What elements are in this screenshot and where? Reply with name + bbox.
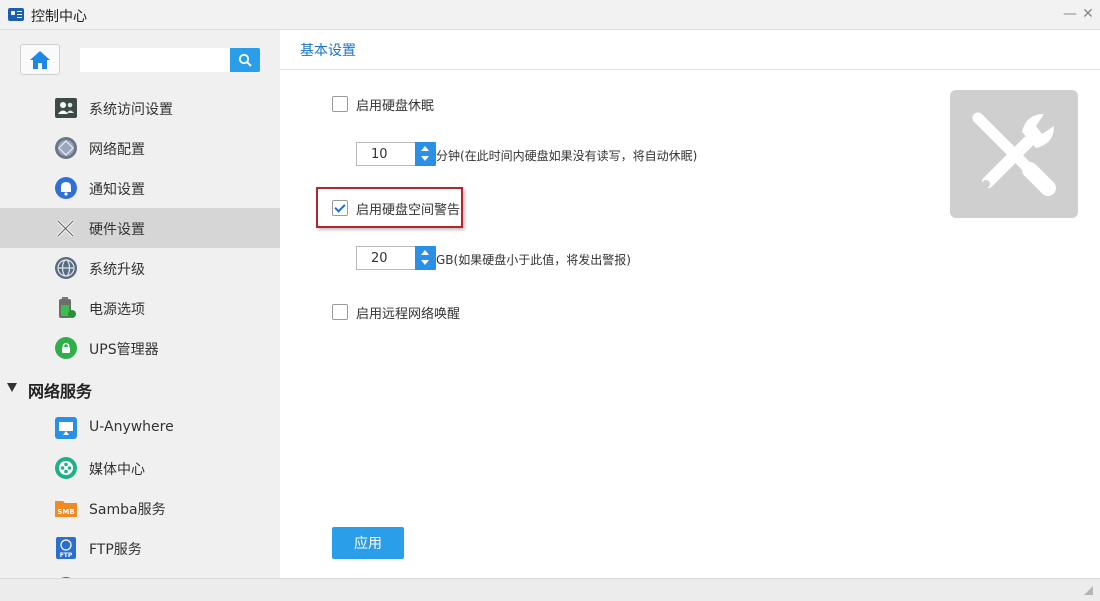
monitor-icon <box>55 417 77 439</box>
battery-icon <box>59 297 76 318</box>
sidebar-item-system-access[interactable]: 系统访问设置 <box>0 88 280 128</box>
stepper-arrows[interactable] <box>415 142 436 166</box>
disk-sleep-checkbox[interactable] <box>332 96 348 112</box>
sidebar-item-partial[interactable] <box>0 568 280 578</box>
sidebar-item-ups[interactable]: UPS管理器 <box>0 328 280 368</box>
chevron-down-icon[interactable] <box>421 156 429 161</box>
sidebar-item-samba[interactable]: SMB Samba服务 <box>0 488 280 528</box>
wrench-screwdriver-icon <box>972 112 1056 196</box>
wake-on-lan-checkbox[interactable] <box>332 304 348 320</box>
samba-icon-text: SMB <box>57 508 74 516</box>
tab-divider <box>280 69 1100 70</box>
hardware-tools-image <box>950 90 1078 218</box>
chevron-up-icon[interactable] <box>421 146 429 151</box>
sidebar-item-label: 通知设置 <box>89 182 145 198</box>
network-globe-icon <box>55 137 77 159</box>
control-center-icon <box>8 8 24 21</box>
disk-sleep-label: 启用硬盘休眠 <box>356 99 435 114</box>
sidebar-item-power[interactable]: 电源选项 <box>0 288 280 328</box>
stepper-arrows[interactable] <box>415 246 436 270</box>
home-button[interactable] <box>20 44 60 75</box>
sidebar: 系统访问设置 网络配置 通知设置 硬件设置 系统升级 电源选项 UPS管理器 网… <box>0 30 280 578</box>
sleep-hint: 分钟(在此时间内硬盘如果没有读写，将自动休眠) <box>436 149 698 163</box>
apply-button[interactable]: 应用 <box>332 527 404 559</box>
tab-basic-settings[interactable]: 基本设置 <box>300 40 356 60</box>
expand-triangle-icon <box>7 383 17 392</box>
samba-folder-icon: SMB <box>55 501 77 517</box>
sidebar-item-hardware[interactable]: 硬件设置 <box>0 208 280 248</box>
film-reel-icon <box>55 457 77 479</box>
sidebar-item-label: 媒体中心 <box>89 462 145 478</box>
main-panel: 基本设置 启用硬盘休眠 10 分钟(在此时间内硬盘如果没有读写，将自动休眠) 启… <box>280 30 1100 578</box>
home-icon <box>30 51 50 69</box>
sidebar-item-label: 系统升级 <box>89 262 145 278</box>
status-bar <box>0 578 1100 601</box>
sidebar-item-label: UPS管理器 <box>89 342 159 358</box>
warning-gb-value[interactable]: 20 <box>371 251 388 266</box>
search-button[interactable] <box>230 48 260 72</box>
space-warning-label: 启用硬盘空间警告 <box>356 203 461 218</box>
sidebar-item-notify[interactable]: 通知设置 <box>0 168 280 208</box>
sidebar-item-label: FTP服务 <box>89 542 142 558</box>
resize-grip-icon[interactable] <box>1082 584 1094 596</box>
sidebar-item-network[interactable]: 网络配置 <box>0 128 280 168</box>
tools-icon <box>56 219 75 238</box>
close-icon[interactable]: ✕ <box>1078 4 1098 24</box>
ftp-icon: FTP <box>56 537 76 559</box>
space-warning-checkbox[interactable] <box>332 200 348 216</box>
sidebar-item-label: 系统访问设置 <box>89 102 173 118</box>
chevron-up-icon[interactable] <box>421 250 429 255</box>
wake-on-lan-label: 启用远程网络唤醒 <box>356 307 461 322</box>
chevron-down-icon[interactable] <box>421 260 429 265</box>
sidebar-item-label: 硬件设置 <box>89 222 145 238</box>
section-label: 网络服务 <box>28 382 93 401</box>
sleep-minutes-value[interactable]: 10 <box>371 147 388 162</box>
sidebar-item-u-anywhere[interactable]: U-Anywhere <box>0 408 280 448</box>
warning-gb-stepper[interactable]: 20 <box>356 246 436 270</box>
sidebar-item-media-center[interactable]: 媒体中心 <box>0 448 280 488</box>
minimize-icon[interactable]: — <box>1060 4 1080 24</box>
search-input[interactable] <box>80 48 230 72</box>
sidebar-item-label: 网络配置 <box>89 142 145 158</box>
user-access-icon <box>55 98 77 118</box>
window-title: 控制中心 <box>31 9 87 25</box>
sleep-minutes-stepper[interactable]: 10 <box>356 142 436 166</box>
search-icon <box>238 53 252 67</box>
upgrade-globe-icon <box>55 257 77 279</box>
ups-icon <box>55 337 77 359</box>
title-bar: 控制中心 — ✕ <box>0 0 1100 30</box>
section-network-services[interactable]: 网络服务 <box>0 368 280 408</box>
sidebar-item-upgrade[interactable]: 系统升级 <box>0 248 280 288</box>
bell-icon <box>55 177 77 199</box>
sidebar-item-label: Samba服务 <box>89 502 166 518</box>
sidebar-item-label: U-Anywhere <box>89 419 174 435</box>
warning-hint: GB(如果硬盘小于此值，将发出警报) <box>436 253 631 267</box>
sidebar-item-ftp[interactable]: FTP FTP服务 <box>0 528 280 568</box>
sidebar-item-label: 电源选项 <box>89 302 145 318</box>
ftp-icon-text: FTP <box>60 552 73 559</box>
